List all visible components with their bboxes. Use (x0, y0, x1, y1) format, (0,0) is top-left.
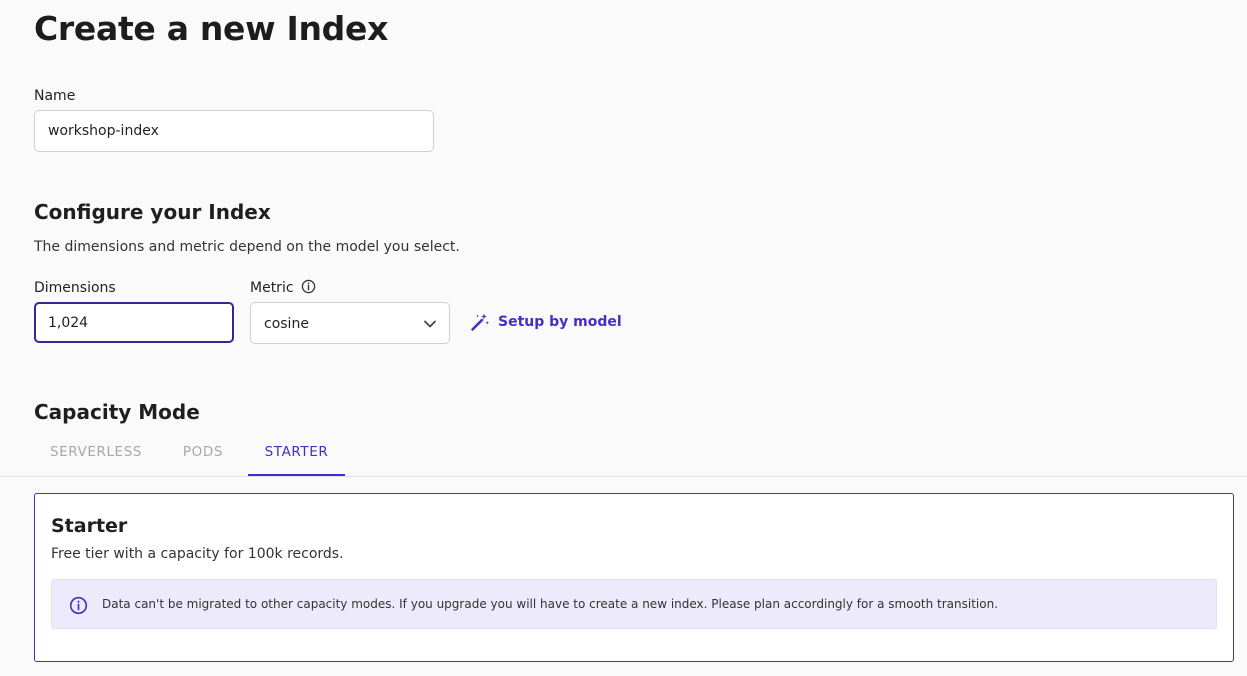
info-circle-icon (69, 596, 88, 615)
panel-description: Free tier with a capacity for 100k recor… (51, 546, 344, 562)
notice-text: Data can't be migrated to other capacity… (102, 597, 999, 611)
tab-pods[interactable]: PODS (168, 436, 238, 476)
page-title: Create a new Index (34, 9, 389, 48)
dimensions-label: Dimensions (34, 280, 116, 296)
metric-label: Metric (250, 280, 294, 296)
tabs-divider (0, 476, 1247, 477)
name-label: Name (34, 88, 76, 104)
dimensions-input[interactable] (34, 302, 234, 343)
configure-description: The dimensions and metric depend on the … (34, 239, 460, 255)
chevron-down-icon (424, 320, 436, 328)
magic-wand-icon (471, 313, 489, 331)
name-input[interactable] (34, 110, 434, 152)
metric-select[interactable]: cosine (250, 302, 450, 344)
migration-notice: Data can't be migrated to other capacity… (51, 579, 1217, 629)
panel-title: Starter (51, 515, 128, 537)
info-circle-icon[interactable] (301, 279, 316, 294)
capacity-section-title: Capacity Mode (34, 400, 200, 424)
configure-section-title: Configure your Index (34, 200, 271, 224)
metric-value: cosine (264, 316, 309, 332)
setup-by-model-label: Setup by model (498, 314, 622, 330)
starter-panel: Starter Free tier with a capacity for 10… (34, 493, 1234, 662)
setup-by-model-button[interactable]: Setup by model (470, 311, 622, 333)
tab-serverless[interactable]: SERVERLESS (34, 436, 158, 476)
tab-starter[interactable]: STARTER (248, 436, 345, 476)
